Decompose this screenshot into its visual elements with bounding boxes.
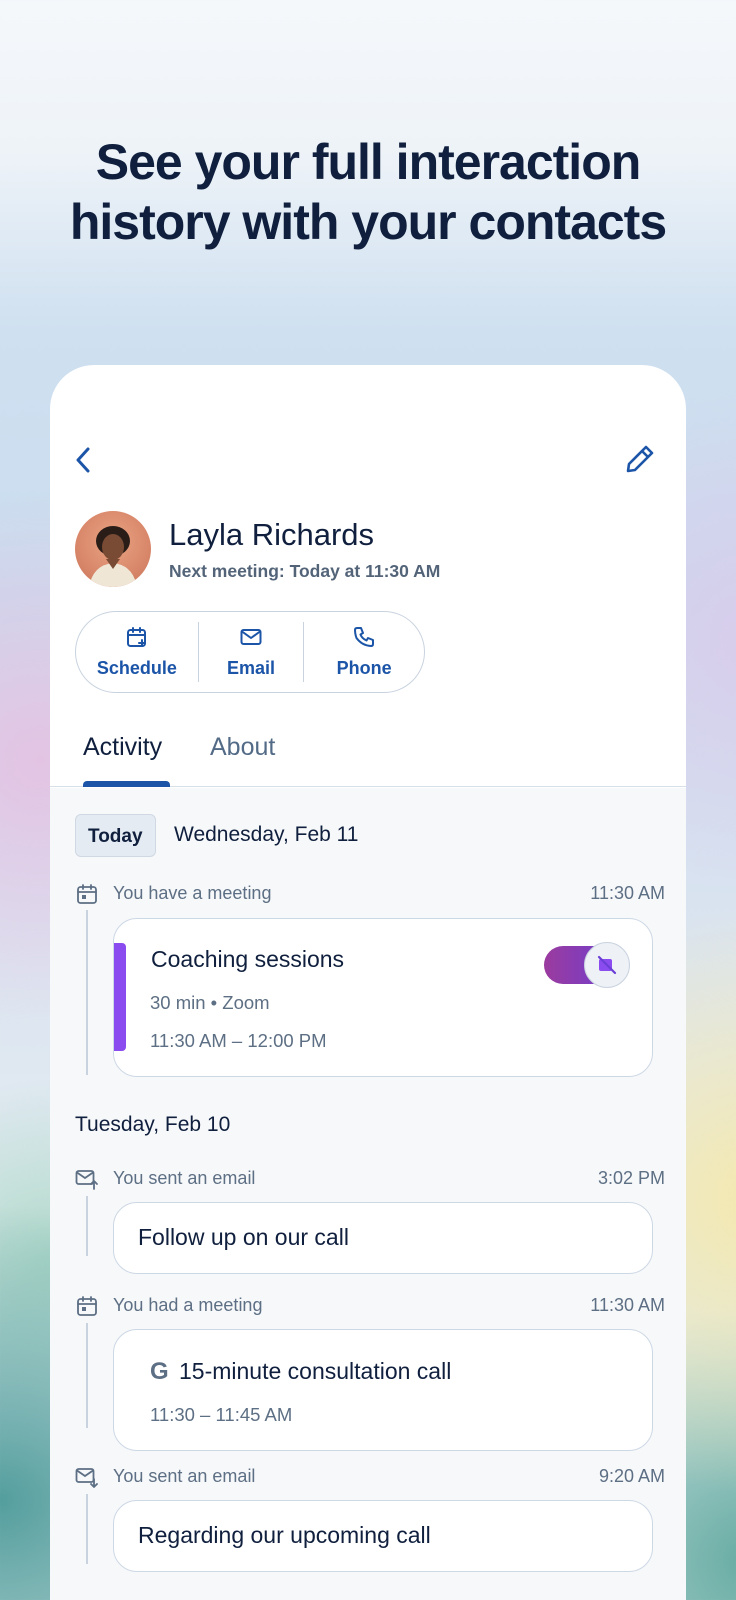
- phone-icon: [354, 627, 375, 647]
- phone-screen: Layla Richards Next meeting: Today at 11…: [50, 365, 686, 1600]
- card-time-range: 11:30 – 11:45 AM: [150, 1404, 293, 1425]
- activity-header: You sent an email 9:20 AM: [75, 1464, 665, 1490]
- edit-button[interactable]: [622, 441, 658, 477]
- today-badge: Today: [75, 814, 156, 857]
- next-meeting-text: Next meeting: Today at 11:30 AM: [169, 561, 441, 581]
- activity-time: 11:30 AM: [590, 1295, 665, 1315]
- card-title: Regarding our upcoming call: [138, 1522, 431, 1548]
- activity-label: You had a meeting: [113, 1295, 263, 1315]
- schedule-button[interactable]: Schedule: [76, 612, 198, 692]
- pencil-icon: [626, 445, 654, 473]
- card-title: 15-minute consultation call: [179, 1358, 452, 1384]
- mail-sent-icon: [75, 1167, 99, 1191]
- no-record-icon: [597, 955, 617, 975]
- calendar-icon: [75, 1294, 99, 1318]
- timeline-line: [86, 910, 88, 1075]
- headline-line-2: history with your contacts: [69, 194, 667, 250]
- contact-actions: Schedule Email Phone: [75, 611, 425, 693]
- email-label: Email: [226, 658, 276, 678]
- activity-header: You sent an email 3:02 PM: [75, 1166, 665, 1192]
- calendar-add-icon: [126, 627, 146, 647]
- card-meta: 30 min • Zoom: [150, 992, 270, 1013]
- recording-toggle[interactable]: [544, 942, 630, 988]
- mail-received-icon: [75, 1465, 99, 1489]
- mail-icon: [240, 629, 262, 645]
- activity-label: You sent an email: [113, 1466, 256, 1486]
- tab-activity[interactable]: Activity: [83, 733, 162, 762]
- phone-button[interactable]: Phone: [304, 612, 424, 692]
- chevron-left-icon: [76, 447, 90, 473]
- meeting-card-coaching[interactable]: Coaching sessions 30 min • Zoom 11:30 AM…: [113, 918, 653, 1077]
- top-bar: [50, 435, 686, 485]
- schedule-label: Schedule: [96, 658, 177, 678]
- headline-line-1: See your full interaction: [95, 134, 642, 190]
- email-card-follow-up[interactable]: Follow up on our call: [113, 1202, 653, 1274]
- calendar-icon: [75, 882, 99, 906]
- contact-name: Layla Richards: [169, 517, 375, 552]
- back-button[interactable]: [68, 443, 98, 477]
- card-title: Follow up on our call: [138, 1224, 349, 1250]
- avatar: [75, 511, 151, 587]
- headline: See your full interaction history with y…: [0, 132, 736, 252]
- meeting-card-consultation[interactable]: G 15-minute consultation call 11:30 – 11…: [113, 1329, 653, 1451]
- email-card-upcoming-call[interactable]: Regarding our upcoming call: [113, 1500, 653, 1572]
- activity-time: 9:20 AM: [598, 1466, 665, 1486]
- timeline-line: [86, 1196, 88, 1256]
- timeline-line: [86, 1494, 88, 1564]
- card-title: Coaching sessions: [151, 946, 345, 972]
- google-icon: G: [150, 1358, 169, 1385]
- activity-time: 11:30 AM: [590, 883, 665, 903]
- activity-header: You have a meeting 11:30 AM: [75, 881, 665, 907]
- tab-about[interactable]: About: [210, 733, 275, 762]
- timeline-line: [86, 1323, 88, 1428]
- activity-label: You sent an email: [113, 1168, 256, 1188]
- toggle-knob: [584, 942, 630, 988]
- activity-label: You have a meeting: [113, 883, 272, 903]
- date-heading-today: Wednesday, Feb 11: [174, 823, 359, 846]
- card-time-range: 11:30 AM – 12:00 PM: [150, 1030, 327, 1051]
- phone-label: Phone: [336, 658, 392, 678]
- email-button[interactable]: Email: [199, 612, 303, 692]
- contact-header: Layla Richards Next meeting: Today at 11…: [75, 511, 675, 589]
- activity-header: You had a meeting 11:30 AM: [75, 1293, 665, 1319]
- activity-feed: Today Wednesday, Feb 11 You have a meeti…: [50, 788, 686, 1600]
- tab-bar: Activity About: [50, 729, 686, 787]
- accent-bar: [114, 943, 126, 1051]
- date-heading-yesterday: Tuesday, Feb 10: [75, 1113, 231, 1136]
- active-tab-indicator: [83, 781, 170, 787]
- activity-time: 3:02 PM: [597, 1168, 665, 1188]
